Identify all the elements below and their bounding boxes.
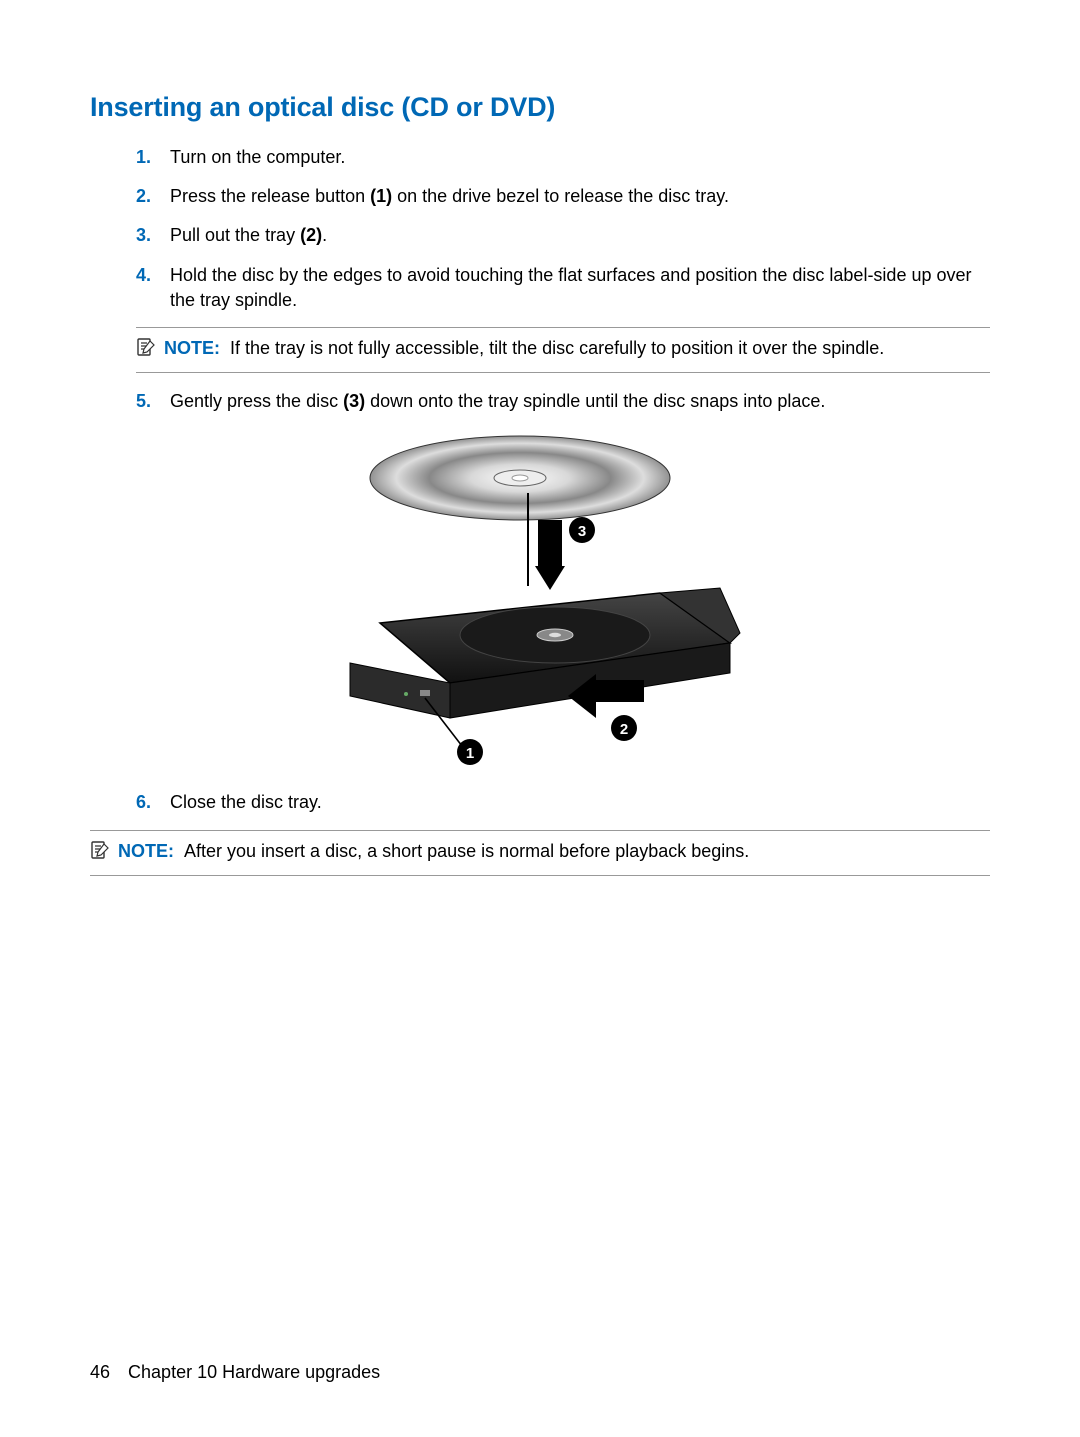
disc-drive-svg: 3 2 1 xyxy=(320,428,760,768)
text: Press the release button xyxy=(170,186,370,206)
step-text: Turn on the computer. xyxy=(170,145,990,170)
disc-icon xyxy=(370,436,670,520)
text: Pull out the tray xyxy=(170,225,300,245)
release-button-icon xyxy=(420,690,430,696)
text: on the drive bezel to release the disc t… xyxy=(392,186,729,206)
step-number: 5. xyxy=(136,389,170,414)
step-4: 4. Hold the disc by the edges to avoid t… xyxy=(136,263,990,313)
section-heading: Inserting an optical disc (CD or DVD) xyxy=(90,92,990,123)
svg-text:1: 1 xyxy=(466,745,474,762)
note-text: After you insert a disc, a short pause i… xyxy=(184,841,749,861)
text: . xyxy=(322,225,327,245)
callout-ref: (2) xyxy=(300,225,322,245)
step-number: 3. xyxy=(136,223,170,248)
step-number: 6. xyxy=(136,790,170,815)
step-2: 2. Press the release button (1) on the d… xyxy=(136,184,990,209)
steps-list-cont2: 6. Close the disc tray. xyxy=(90,790,990,815)
note-text: If the tray is not fully accessible, til… xyxy=(230,338,884,358)
callout-3: 3 xyxy=(569,517,595,543)
note-content: NOTE: If the tray is not fully accessible… xyxy=(164,336,884,361)
step-5: 5. Gently press the disc (3) down onto t… xyxy=(136,389,990,414)
callout-1: 1 xyxy=(457,739,483,765)
callout-2: 2 xyxy=(611,715,637,741)
note-label: NOTE: xyxy=(118,841,174,861)
text: down onto the tray spindle until the dis… xyxy=(365,391,825,411)
step-6: 6. Close the disc tray. xyxy=(136,790,990,815)
step-text: Hold the disc by the edges to avoid touc… xyxy=(170,263,990,313)
step-1: 1. Turn on the computer. xyxy=(136,145,990,170)
callout-ref: (3) xyxy=(343,391,365,411)
step-number: 1. xyxy=(136,145,170,170)
drive-body-icon xyxy=(350,588,740,718)
step-text: Gently press the disc (3) down onto the … xyxy=(170,389,990,414)
note-content: NOTE: After you insert a disc, a short pa… xyxy=(118,839,749,864)
page-number: 46 xyxy=(90,1362,110,1382)
note-icon xyxy=(136,336,164,364)
step-text: Pull out the tray (2). xyxy=(170,223,990,248)
document-page: Inserting an optical disc (CD or DVD) 1.… xyxy=(0,0,1080,1437)
chapter-label: Chapter 10 Hardware upgrades xyxy=(128,1362,380,1382)
svg-text:3: 3 xyxy=(578,523,586,540)
text: Gently press the disc xyxy=(170,391,343,411)
step-3: 3. Pull out the tray (2). xyxy=(136,223,990,248)
steps-list: 1. Turn on the computer. 2. Press the re… xyxy=(90,145,990,313)
step-number: 2. xyxy=(136,184,170,209)
note-block-2: NOTE: After you insert a disc, a short pa… xyxy=(90,830,990,876)
step-text: Close the disc tray. xyxy=(170,790,990,815)
optical-drive-illustration: 3 2 1 xyxy=(90,428,990,768)
callout-ref: (1) xyxy=(370,186,392,206)
step-number: 4. xyxy=(136,263,170,288)
note-icon xyxy=(90,839,118,867)
page-footer: 46 Chapter 10 Hardware upgrades xyxy=(90,1362,380,1383)
svg-text:2: 2 xyxy=(620,721,628,738)
note-label: NOTE: xyxy=(164,338,220,358)
steps-list-cont: 5. Gently press the disc (3) down onto t… xyxy=(90,389,990,414)
note-block-1: NOTE: If the tray is not fully accessible… xyxy=(136,327,990,373)
step-text: Press the release button (1) on the driv… xyxy=(170,184,990,209)
